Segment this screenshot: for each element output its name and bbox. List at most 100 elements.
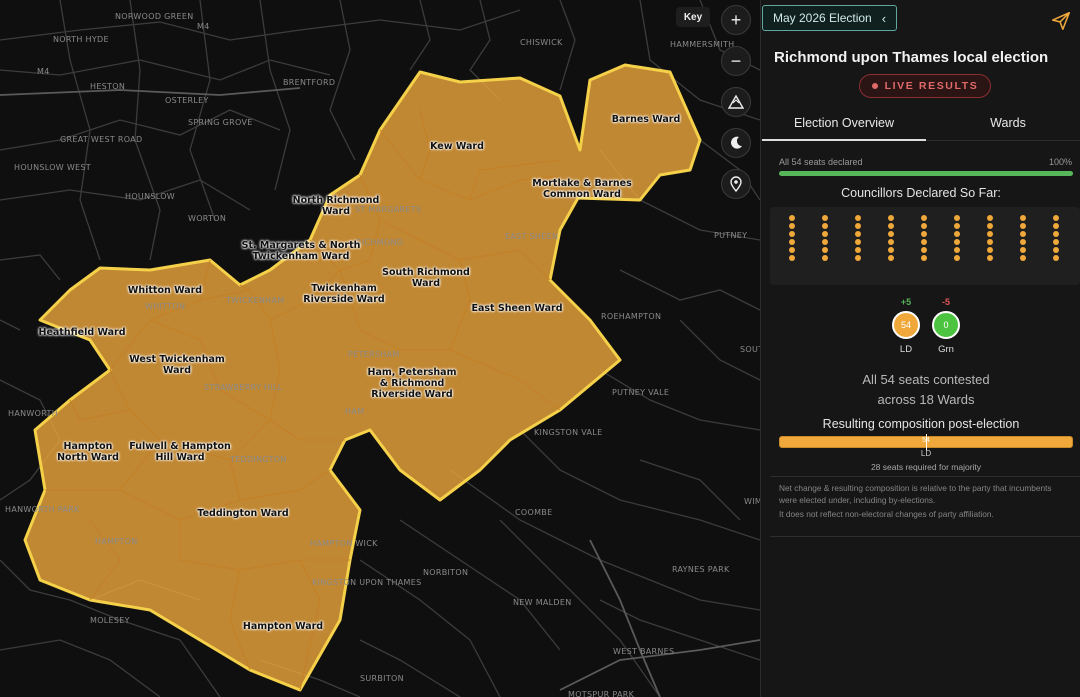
seat-dot bbox=[789, 239, 795, 245]
seat-dot bbox=[822, 247, 828, 253]
seat-dot bbox=[822, 255, 828, 261]
live-dot-icon bbox=[871, 83, 878, 89]
ward-label-line: Ward bbox=[321, 206, 351, 217]
seat-dot bbox=[789, 231, 795, 237]
seat-dot bbox=[789, 223, 795, 229]
map-view[interactable]: NORWOOD GREEN NORTH HYDE M4 M4 HESTON OSTERLE… bbox=[0, 0, 760, 697]
live-results-badge: LIVE RESULTS bbox=[859, 74, 991, 98]
moon-icon[interactable] bbox=[721, 128, 751, 158]
ward-label[interactable]: Heathfield Ward bbox=[39, 327, 126, 338]
place-label: HAMPTON bbox=[95, 537, 138, 546]
party-change: -5 bbox=[941, 297, 950, 307]
place-label: M4 bbox=[37, 67, 50, 76]
election-selector-button[interactable]: May 2026 Election ‹ bbox=[762, 5, 898, 31]
ward-label[interactable]: Hampton North Ward bbox=[57, 441, 119, 463]
seat-dot bbox=[954, 231, 960, 237]
ward-label-line: St. Margarets & North bbox=[241, 240, 361, 251]
party-seats: 54 bbox=[900, 320, 911, 330]
seat-dot bbox=[888, 231, 894, 237]
seat-dot bbox=[987, 255, 993, 261]
seat-dot bbox=[921, 247, 927, 253]
seat-dot bbox=[954, 215, 960, 221]
seat-column bbox=[821, 215, 829, 263]
place-label: HAMPTON WICK bbox=[310, 539, 378, 548]
ward-label[interactable]: Barnes Ward bbox=[612, 114, 681, 125]
place-label: PUTNEY bbox=[714, 231, 748, 240]
ward-label[interactable]: West Twickenham Ward bbox=[129, 354, 225, 376]
seat-dot bbox=[1053, 215, 1059, 221]
chevron-left-icon: ‹ bbox=[881, 10, 887, 26]
place-label: HOUNSLOW bbox=[125, 192, 176, 201]
seat-column bbox=[854, 215, 862, 263]
ward-label[interactable]: Fulwell & Hampton Hill Ward bbox=[129, 441, 231, 463]
ward-label-line: Heathfield Ward bbox=[38, 327, 126, 338]
divider bbox=[770, 536, 1080, 537]
place-label: EAST SHEEN bbox=[505, 232, 559, 241]
composition-value: 54 bbox=[922, 437, 930, 444]
declared-progress-fill bbox=[779, 171, 1073, 176]
borough-area bbox=[23, 63, 702, 692]
seats-contested-text: All 54 seats contested across 18 Wards bbox=[761, 370, 1080, 410]
seats-declared-text: All 54 seats declared bbox=[779, 157, 863, 167]
ward-label[interactable]: East Sheen Ward bbox=[471, 303, 562, 314]
seat-column bbox=[986, 215, 994, 263]
seat-dot bbox=[954, 255, 960, 261]
place-label: WORTON bbox=[188, 214, 227, 223]
party-seats: 0 bbox=[943, 320, 949, 330]
ward-label-line: West Twickenham bbox=[129, 354, 225, 365]
ward-label-line: North Ward bbox=[57, 452, 119, 463]
ward-label[interactable]: Kew Ward bbox=[430, 141, 484, 152]
election-selector-label: May 2026 Election bbox=[773, 11, 872, 25]
seat-column bbox=[887, 215, 895, 263]
seat-dot bbox=[888, 239, 894, 245]
ward-label[interactable]: Teddington Ward bbox=[197, 508, 288, 519]
seat-dot bbox=[987, 215, 993, 221]
seat-dot bbox=[921, 255, 927, 261]
tab-wards[interactable]: Wards bbox=[926, 110, 1080, 139]
seat-dot bbox=[789, 215, 795, 221]
seat-dot bbox=[888, 223, 894, 229]
ward-label[interactable]: Mortlake & Barnes Common Ward bbox=[532, 178, 631, 200]
ward-label[interactable]: St. Margarets & North Twickenham Ward bbox=[242, 240, 361, 262]
seat-dot bbox=[822, 223, 828, 229]
place-label: MOTSPUR PARK bbox=[568, 690, 635, 697]
contested-line-1: All 54 seats contested bbox=[862, 372, 990, 387]
map-canvas[interactable] bbox=[0, 0, 760, 697]
ward-label[interactable]: Ham, Petersham & Richmond Riverside Ward bbox=[368, 367, 457, 400]
place-label: ROEHAMPTON bbox=[601, 312, 662, 321]
seat-dot bbox=[1020, 231, 1026, 237]
terrain-icon[interactable] bbox=[721, 87, 751, 117]
place-label: GREAT WEST ROAD bbox=[60, 135, 143, 144]
share-send-icon[interactable] bbox=[1050, 10, 1072, 32]
seat-dot bbox=[987, 231, 993, 237]
place-label: OSTERLEY bbox=[165, 96, 209, 105]
seat-dot bbox=[954, 239, 960, 245]
ward-label[interactable]: Twickenham Riverside Ward bbox=[303, 283, 384, 305]
ward-label-line: Common Ward bbox=[543, 189, 621, 200]
place-label: HOUNSLOW WEST bbox=[14, 163, 91, 172]
key-button[interactable]: Key bbox=[676, 7, 710, 27]
ward-label[interactable]: North Richmond Ward bbox=[293, 195, 380, 217]
place-label: MOLESEY bbox=[90, 616, 130, 625]
party-name: LD bbox=[899, 344, 913, 355]
panel-tabs: Election Overview Wards bbox=[761, 110, 1080, 141]
seat-dot bbox=[1053, 239, 1059, 245]
ward-label-line: Hill Ward bbox=[155, 452, 205, 463]
place-label: WHITTON bbox=[145, 302, 186, 311]
place-label: SURBITON bbox=[360, 674, 404, 683]
seat-dot bbox=[987, 239, 993, 245]
zoom-in-icon[interactable]: + bbox=[721, 5, 751, 35]
party-name: Grn bbox=[938, 344, 954, 355]
place-label: HANWORTH PARK bbox=[5, 505, 80, 514]
place-label: STRAWBERRY HILL bbox=[204, 383, 283, 392]
place-label: PETERSHAM bbox=[348, 350, 400, 359]
ward-label[interactable]: South Richmond Ward bbox=[382, 267, 470, 289]
ward-label[interactable]: Hampton Ward bbox=[243, 621, 323, 632]
ward-label-line: Twickenham bbox=[311, 283, 377, 294]
place-label: BRENTFORD bbox=[283, 78, 336, 87]
ward-label[interactable]: Whitton Ward bbox=[128, 285, 202, 296]
tab-election-overview[interactable]: Election Overview bbox=[762, 110, 926, 141]
ward-label-line: Hampton bbox=[63, 441, 113, 452]
location-pin-icon[interactable] bbox=[721, 169, 751, 199]
zoom-out-icon[interactable]: − bbox=[721, 46, 751, 76]
